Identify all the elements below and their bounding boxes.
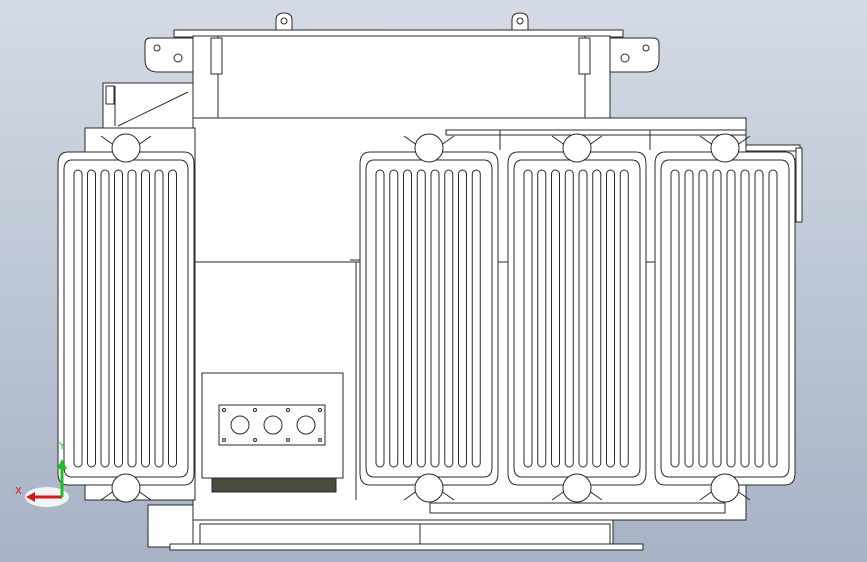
conservator-tank <box>173 29 624 119</box>
radiator-valve-icon <box>111 133 141 163</box>
radiator-1 <box>57 133 195 503</box>
radiator-manifold-bottom <box>429 502 726 514</box>
lifting-lug-right <box>511 12 529 31</box>
terminal-box <box>201 372 344 493</box>
radiator-2 <box>359 133 499 503</box>
bracket-left <box>144 37 194 73</box>
lifting-lug-left <box>275 12 293 31</box>
cad-viewport[interactable]: X Y <box>0 0 867 562</box>
bushing-icon <box>263 415 283 435</box>
radiator-valve-icon <box>111 473 141 503</box>
radiator-4 <box>654 133 796 503</box>
radiator-3 <box>507 133 647 503</box>
transformer-model-drawing[interactable] <box>0 0 867 562</box>
bushing-icon <box>296 415 316 435</box>
radiator-valve-icon <box>414 133 444 163</box>
radiator-valve-icon <box>562 473 592 503</box>
x-axis-label: X <box>15 486 22 497</box>
y-axis-label: Y <box>59 441 66 452</box>
relay-housing <box>102 82 194 130</box>
radiator-valve-icon <box>562 133 592 163</box>
radiator-valve-icon <box>414 473 444 503</box>
radiator-valve-icon <box>710 133 740 163</box>
bushing-icon <box>230 415 250 435</box>
radiator-valve-icon <box>710 473 740 503</box>
bracket-right <box>609 37 660 73</box>
